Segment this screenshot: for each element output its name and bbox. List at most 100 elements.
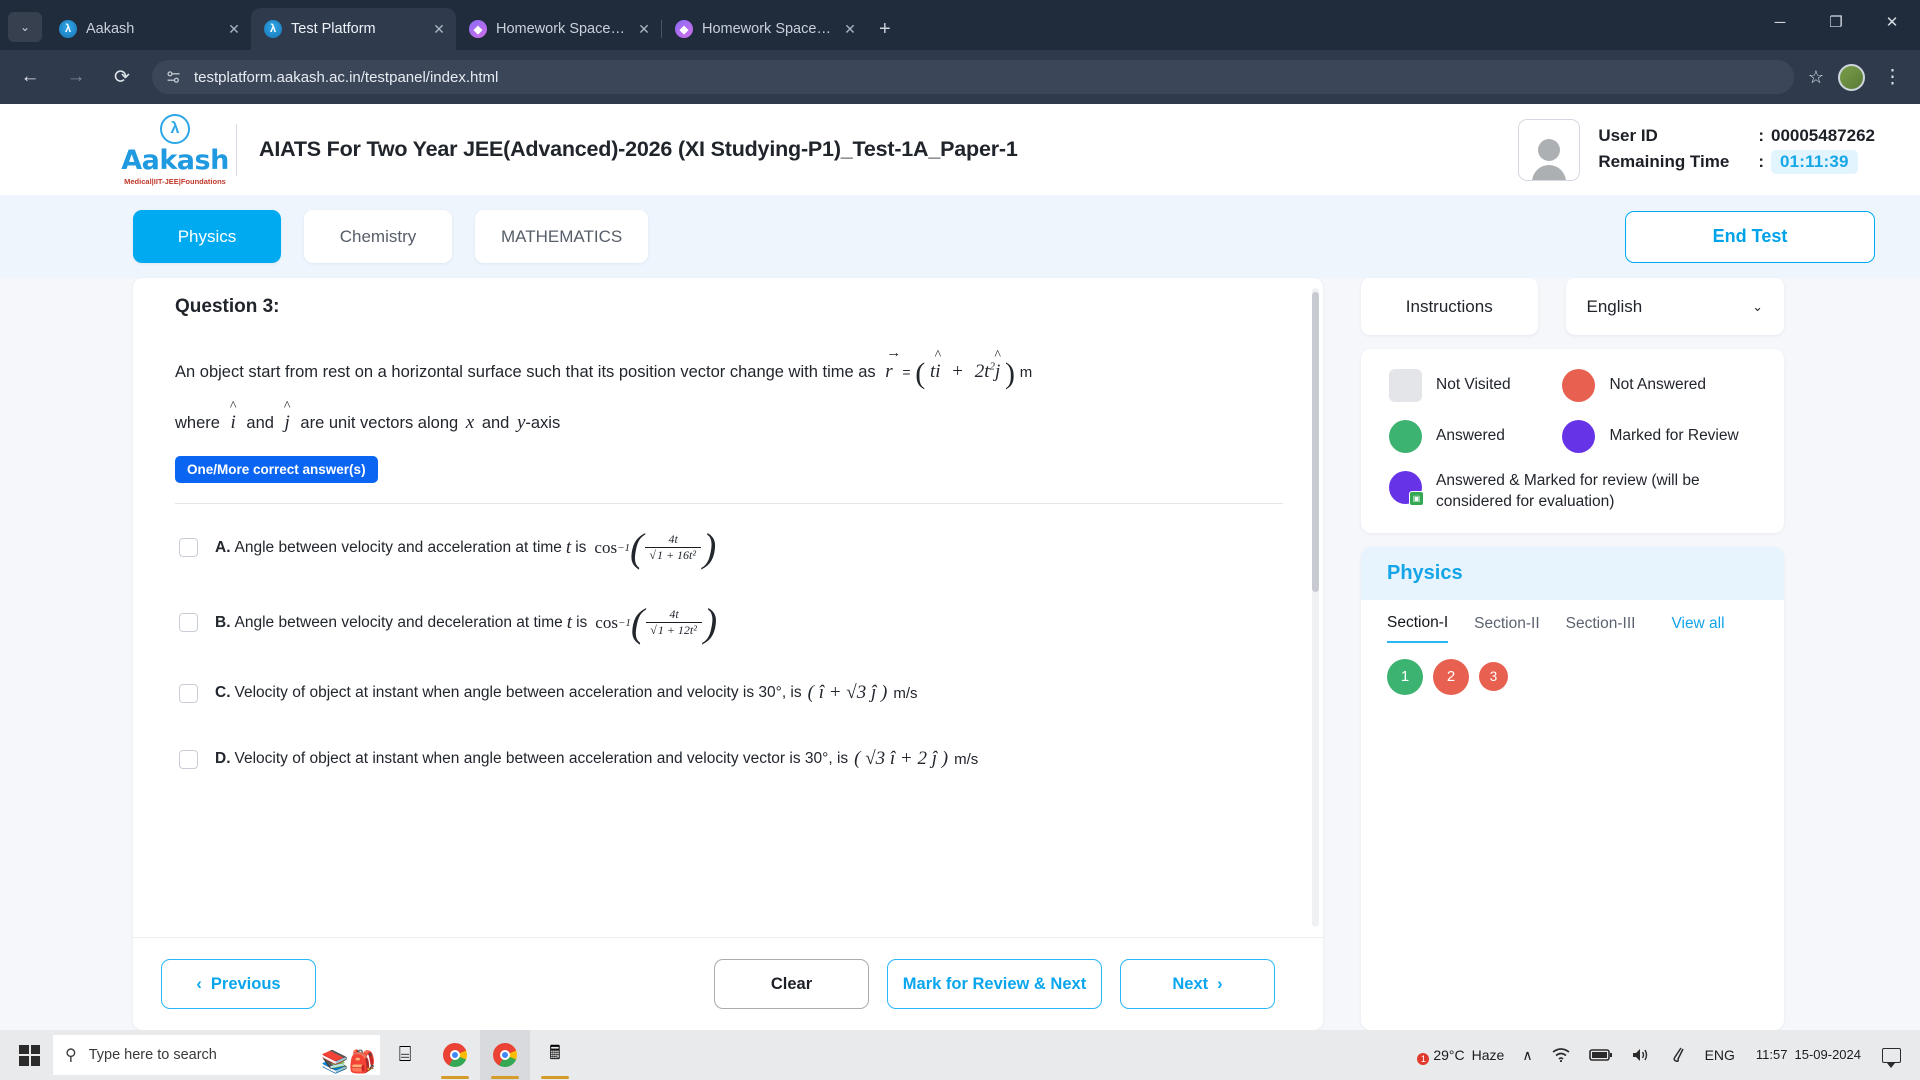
- pen-menu-button[interactable]: [1660, 1030, 1696, 1080]
- option-a-checkbox[interactable]: [179, 538, 198, 557]
- close-icon[interactable]: ✕: [635, 21, 653, 38]
- task-view-button[interactable]: ⌸: [380, 1030, 430, 1080]
- scrollbar-thumb[interactable]: [1312, 292, 1319, 592]
- remaining-time-row: Remaining Time : 01:11:39: [1598, 149, 1875, 174]
- maximize-icon[interactable]: ❐: [1808, 0, 1864, 44]
- browser-tab-1[interactable]: λ Test Platform ✕: [251, 8, 456, 50]
- volume-button[interactable]: [1622, 1030, 1660, 1080]
- start-button[interactable]: [6, 1030, 53, 1080]
- close-icon[interactable]: ✕: [430, 21, 448, 38]
- app-header: λ Aakash Medical|IIT-JEE|Foundations AIA…: [0, 104, 1920, 195]
- tab-title: Homework Space - StudyX: [496, 21, 626, 37]
- axis-x: x: [465, 412, 475, 433]
- browser-toolbar: ← → ⟳ testplatform.aakash.ac.in/testpane…: [0, 50, 1920, 104]
- browser-tab-2[interactable]: ◆ Homework Space - StudyX ✕: [456, 8, 661, 50]
- window-controls: ─ ❐ ✕: [1752, 0, 1920, 44]
- close-icon[interactable]: ✕: [225, 21, 243, 38]
- option-d-checkbox[interactable]: [179, 749, 198, 769]
- question-number-1[interactable]: 1: [1387, 658, 1423, 695]
- not-visited-swatch: [1389, 369, 1422, 402]
- close-icon[interactable]: ✕: [841, 21, 859, 38]
- previous-button[interactable]: ‹ Previous: [161, 959, 316, 1009]
- browser-tab-3[interactable]: ◆ Homework Space - StudyX ✕: [662, 8, 867, 50]
- section-label: Section-II: [1474, 614, 1540, 632]
- next-button[interactable]: Next ›: [1120, 959, 1275, 1009]
- network-button[interactable]: [1542, 1030, 1580, 1080]
- taskbar-chrome-2[interactable]: [480, 1030, 530, 1080]
- mark-for-review-next-button[interactable]: Mark for Review & Next: [887, 959, 1102, 1009]
- language-indicator[interactable]: ENG: [1696, 1030, 1744, 1080]
- option-c-checkbox[interactable]: [179, 683, 198, 703]
- answered-marked-swatch: ▣: [1389, 471, 1424, 506]
- subject-tab-bar: Physics Chemistry MATHEMATICS End Test: [0, 195, 1920, 278]
- language-select[interactable]: English ⌄: [1565, 278, 1784, 335]
- previous-label: Previous: [210, 974, 281, 993]
- i-hat: i: [935, 353, 940, 391]
- tab-label: Chemistry: [339, 226, 417, 246]
- section-tab-1[interactable]: Section-I: [1387, 614, 1449, 643]
- forward-icon[interactable]: →: [60, 61, 92, 93]
- site-settings-icon[interactable]: [166, 69, 182, 85]
- view-all-link[interactable]: View all: [1671, 615, 1724, 642]
- user-avatar: [1518, 118, 1581, 181]
- question-stem: An object start from rest on a horizonta…: [175, 363, 876, 381]
- cos-fn: cos: [594, 537, 618, 557]
- taskbar-chrome-1[interactable]: [430, 1030, 480, 1080]
- question-number-3[interactable]: 3: [1479, 662, 1508, 692]
- logo-wordmark: Aakash: [121, 144, 229, 176]
- user-info: User ID : 00005487262 Remaining Time : 0…: [1518, 118, 1875, 181]
- window-close-icon[interactable]: ✕: [1864, 0, 1920, 44]
- check-badge-icon: ▣: [1409, 491, 1424, 506]
- question-number-2[interactable]: 2: [1433, 658, 1469, 695]
- windows-logo-icon: [19, 1044, 40, 1066]
- option-a[interactable]: A. Angle between velocity and accelerati…: [175, 510, 1283, 585]
- remaining-time-value: 01:11:39: [1770, 149, 1858, 174]
- avatar[interactable]: [1838, 63, 1865, 91]
- end-test-button[interactable]: End Test: [1625, 210, 1875, 263]
- user-id-row: User ID : 00005487262: [1598, 126, 1875, 146]
- clock[interactable]: 11:57 15-09-2024: [1744, 1030, 1873, 1080]
- paren-open: (: [915, 357, 926, 390]
- fraction-denominator: 1 + 12t²: [656, 622, 698, 637]
- legend-marked-for-review: Marked for Review: [1562, 420, 1762, 453]
- tab-search-button[interactable]: ⌄: [8, 12, 42, 42]
- address-bar[interactable]: testplatform.aakash.ac.in/testpanel/inde…: [152, 60, 1794, 94]
- option-letter: A.: [215, 538, 231, 556]
- tray-overflow-button[interactable]: ∧: [1513, 1030, 1541, 1080]
- reload-icon[interactable]: ⟳: [106, 61, 138, 93]
- minimize-icon[interactable]: ─: [1752, 0, 1808, 44]
- tab-mathematics[interactable]: MATHEMATICS: [475, 210, 649, 263]
- stem-unitvec: are unit vectors along: [300, 414, 459, 432]
- pen-icon: [1673, 1047, 1684, 1062]
- tab-chemistry[interactable]: Chemistry: [304, 210, 452, 263]
- divider: [175, 503, 1283, 504]
- term-2t: 2t: [974, 361, 990, 382]
- new-tab-button[interactable]: +: [879, 18, 891, 41]
- search-input[interactable]: ⚲ Type here to search 📚🎒: [53, 1035, 380, 1075]
- taskbar-calculator[interactable]: 🖩: [530, 1030, 580, 1080]
- instructions-button[interactable]: Instructions: [1361, 278, 1538, 335]
- tab-physics[interactable]: Physics: [133, 210, 281, 263]
- paren-close: ): [1005, 357, 1016, 390]
- section-tab-3[interactable]: Section-III: [1566, 615, 1636, 642]
- user-id-label: User ID: [1598, 125, 1658, 145]
- legend-answered: Answered: [1389, 420, 1562, 453]
- option-d[interactable]: D. Velocity of object at instant when an…: [175, 726, 1283, 792]
- back-icon[interactable]: ←: [14, 61, 46, 93]
- bookmark-star-icon[interactable]: ☆: [1808, 67, 1824, 88]
- header-divider: [236, 123, 237, 176]
- browser-tab-0[interactable]: λ Aakash ✕: [46, 8, 251, 50]
- action-center-button[interactable]: [1873, 1030, 1910, 1080]
- option-b-checkbox[interactable]: [179, 613, 198, 632]
- option-c[interactable]: C. Velocity of object at instant when an…: [175, 660, 1283, 726]
- vector-r: r: [885, 338, 902, 391]
- remaining-time-label: Remaining Time: [1598, 151, 1730, 171]
- battery-button[interactable]: [1580, 1030, 1622, 1080]
- option-b[interactable]: B. Angle between velocity and decelerati…: [175, 585, 1283, 660]
- clear-button[interactable]: Clear: [714, 959, 869, 1009]
- chrome-icon: [443, 1043, 467, 1067]
- section-tab-2[interactable]: Section-II: [1474, 615, 1539, 642]
- weather-widget[interactable]: 1 29°C Haze: [1416, 1030, 1513, 1080]
- browser-menu-icon[interactable]: ⋮: [1879, 66, 1906, 89]
- section-label: Section-III: [1565, 614, 1636, 632]
